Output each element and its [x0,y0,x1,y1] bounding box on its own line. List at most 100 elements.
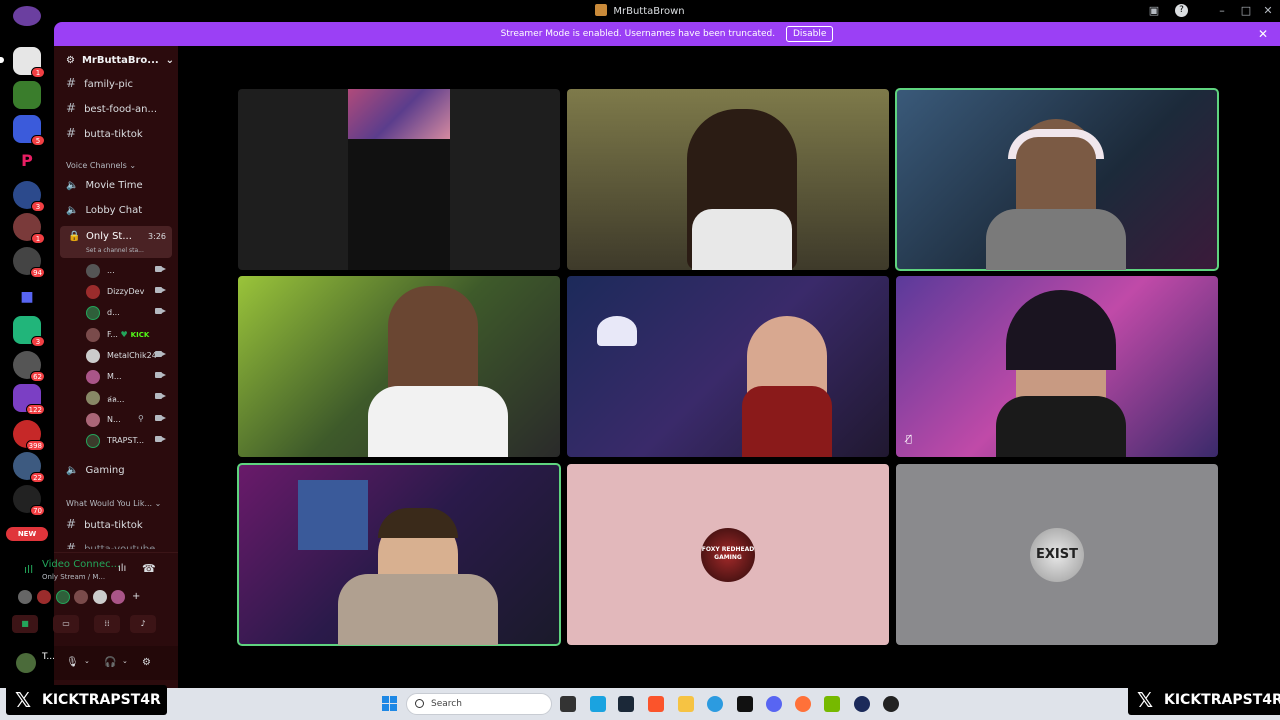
avatar [86,391,100,405]
video-tile-camera[interactable] [567,276,889,457]
noise-suppression-icon[interactable]: ılı [118,563,126,574]
server-icon[interactable]: 70 [13,485,45,516]
hash-icon: # [66,101,77,115]
camera-icon [155,371,166,379]
avatar[interactable] [16,653,36,673]
brave-icon[interactable] [648,696,664,712]
avatar [86,264,100,278]
voice-channel-lobby-chat[interactable]: 🔈 Lobby Chat [66,205,176,216]
file-explorer-icon[interactable] [678,696,694,712]
server-icon[interactable] [13,81,41,109]
video-tile-avatar[interactable]: FOXY REDHEAD GAMING [567,464,889,645]
category-what-would-you-like[interactable]: What Would You Lik... ⌄ [66,499,161,508]
video-tile-avatar[interactable]: EXIST [896,464,1218,645]
chevron-down-icon[interactable]: ⌄ [122,657,128,665]
tiktok-icon[interactable] [737,696,753,712]
avatar[interactable] [37,590,51,604]
notepad-icon[interactable] [590,696,606,712]
voice-user[interactable]: d... [86,305,166,321]
settings-gear-icon[interactable]: ⚙ [142,657,151,668]
inbox-icon[interactable]: ▣ [1146,3,1162,19]
deafened-icon: ⚲ [138,414,144,423]
avatar[interactable] [18,590,32,604]
voice-user[interactable]: M... [86,369,166,385]
voice-status[interactable]: Video Connec... [42,559,120,570]
avatar[interactable] [111,590,125,604]
headphones-icon[interactable]: 🎧 [104,657,116,668]
server-icon[interactable]: 3 [13,316,45,347]
chevron-down-icon[interactable]: ⌄ [84,657,90,665]
disconnect-icon[interactable]: ☎ [142,562,156,575]
server-icon[interactable] [13,6,41,26]
disable-button[interactable]: Disable [785,26,834,42]
discord-icon[interactable] [766,696,782,712]
voice-user[interactable]: MetalChik24 [86,348,166,364]
maximize-button[interactable]: □ [1238,3,1254,19]
close-window-button[interactable]: ✕ [1260,3,1276,19]
voice-channel-gaming[interactable]: 🔈 Gaming [66,465,176,476]
app-icon[interactable] [854,696,870,712]
voice-user[interactable]: DizzyDev [86,284,166,300]
windows-start-icon[interactable] [382,696,398,712]
channel-butta-youtube[interactable]: # butta-youtube [66,541,176,549]
server-icon[interactable]: P [13,147,41,175]
microphone-icon[interactable]: 🎙 [66,657,79,668]
help-icon[interactable]: ? [1175,4,1188,17]
active-voice-channel[interactable]: 🔒 Only St... 3:26 Set a channel sta... [60,226,172,258]
edge-icon[interactable] [707,696,723,712]
voice-user[interactable]: N... ⚲ [86,412,166,428]
soundboard-button[interactable]: ♪ [130,615,156,633]
banner-close-icon[interactable]: ✕ [1258,22,1268,46]
channel-status-text[interactable]: Set a channel sta... [86,247,144,254]
server-header[interactable]: ⚙ MrButtaBro... ⌄ [66,55,174,66]
voice-user[interactable]: F... ♥ KICK [86,327,166,343]
camera-toggle-button[interactable]: ■ [12,615,38,633]
add-icon[interactable]: + [132,591,140,602]
video-tile-camera[interactable] [238,276,560,457]
server-icon[interactable]: 22 [13,452,45,483]
channel-butta-tiktok[interactable]: # butta-tiktok [66,126,176,140]
video-tile-camera[interactable] [567,89,889,270]
nvidia-icon[interactable] [824,696,840,712]
voice-user[interactable]: ล่ล... [86,390,166,406]
signal-strength-icon[interactable]: ıll [24,563,33,576]
username[interactable]: T... [42,652,55,662]
server-icon[interactable]: 122 [13,384,45,415]
camera-icon [155,307,166,315]
new-badge[interactable]: NEW [6,527,48,541]
firefox-icon[interactable] [795,696,811,712]
server-icon[interactable]: 3 [13,181,45,212]
video-tile-screen-share[interactable] [238,89,560,270]
watermark-right: 𝕏 KICKTRAPST4R [1128,685,1280,715]
channel-butta-tiktok-2[interactable]: # butta-tiktok [66,517,176,531]
voice-channel-movie-time[interactable]: 🔈 Movie Time [66,180,176,191]
activities-button[interactable]: ⁞⁞ [94,615,120,633]
avatar[interactable] [74,590,88,604]
avatar[interactable] [56,590,70,604]
voice-channel-path[interactable]: Only Stream / M... [42,573,105,581]
screen-share-button[interactable]: ▭ [53,615,79,633]
task-view-icon[interactable] [560,696,576,712]
minimize-button[interactable]: – [1214,3,1230,19]
server-icon[interactable]: 398 [13,420,45,451]
server-icon[interactable]: 1 [13,47,45,78]
avatar[interactable] [93,590,107,604]
video-tile-camera-muted[interactable]: 🎙̸ [896,276,1218,457]
shared-screen-image [348,89,450,139]
obs-icon[interactable] [883,696,899,712]
folder-icon[interactable]: ■ [13,283,41,311]
category-voice-channels[interactable]: Voice Channels ⌄ [66,161,136,170]
channel-best-food[interactable]: # best-food-an... [66,101,176,115]
server-icon[interactable]: 1 [13,213,45,244]
channel-family-pic[interactable]: # family-pic [66,76,176,90]
channel-label: best-food-an... [84,104,158,115]
voice-user[interactable]: ... [86,263,166,279]
taskbar-search-input[interactable]: Search [406,693,552,715]
video-tile-camera-speaking[interactable] [237,463,561,646]
voice-user[interactable]: TRAPST... [86,433,166,449]
server-icon[interactable]: 94 [13,247,45,278]
server-icon[interactable]: 5 [13,115,45,146]
server-icon[interactable]: 62 [13,351,45,382]
steam-icon[interactable] [618,696,634,712]
video-tile-camera-speaking[interactable] [895,88,1219,271]
